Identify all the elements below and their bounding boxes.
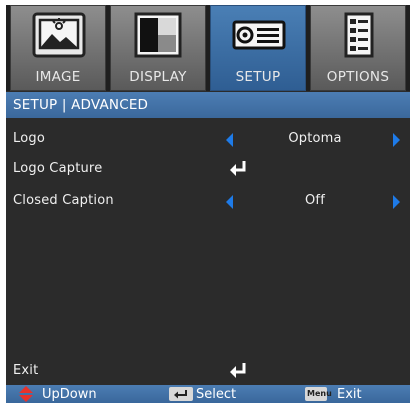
logo-value: Optoma — [288, 131, 342, 146]
exit-label: Exit — [337, 387, 362, 402]
updown-icon — [19, 386, 33, 402]
display-icon — [134, 12, 182, 58]
page-title: SETUP | ADVANCED — [6, 92, 410, 118]
footer-bar: UpDown Select Menu Exit — [6, 385, 410, 403]
updown-label: UpDown — [42, 387, 97, 402]
tab-bar: IMAGE DISPLAY SETUP OPTIONS — [6, 5, 410, 91]
menu-key-icon: Menu — [305, 387, 332, 401]
menu-item-label: Logo — [13, 131, 45, 146]
footer-select: Select — [166, 385, 256, 403]
menu-item-label: Closed Caption — [13, 193, 114, 208]
tab-label: SETUP — [235, 69, 281, 85]
tab-label: DISPLAY — [129, 69, 187, 85]
arrow-left-icon[interactable] — [226, 195, 233, 209]
enter-key-icon — [169, 387, 193, 401]
menu-list: Logo Optoma Logo Capture Closed Caption … — [6, 118, 410, 385]
footer-exit: Menu Exit — [302, 385, 402, 403]
menu-item-logo-capture[interactable]: Logo Capture — [6, 154, 410, 184]
tab-image[interactable]: IMAGE — [10, 5, 106, 91]
menu-item-label: Logo Capture — [13, 161, 103, 176]
select-label: Select — [196, 387, 237, 402]
options-icon — [344, 12, 374, 58]
osd-menu: IMAGE DISPLAY SETUP OPTIONS SETUP | ADVA… — [6, 5, 410, 403]
closed-caption-value: Off — [305, 193, 325, 208]
tab-setup[interactable]: SETUP — [210, 5, 306, 91]
tab-options[interactable]: OPTIONS — [310, 5, 406, 91]
tab-label: IMAGE — [35, 69, 81, 85]
menu-key-label: Menu — [307, 389, 332, 398]
menu-item-exit[interactable]: Exit — [6, 356, 410, 386]
arrow-right-icon[interactable] — [393, 195, 400, 209]
arrow-right-icon[interactable] — [393, 133, 400, 147]
footer-updown: UpDown — [6, 385, 126, 403]
enter-icon[interactable] — [228, 361, 250, 381]
menu-item-closed-caption[interactable]: Closed Caption Off — [6, 186, 410, 216]
enter-icon[interactable] — [228, 159, 250, 179]
projector-icon — [232, 20, 286, 50]
arrow-left-icon[interactable] — [226, 133, 233, 147]
menu-item-label: Exit — [13, 363, 39, 378]
tab-label: OPTIONS — [326, 69, 390, 85]
menu-item-logo[interactable]: Logo Optoma — [6, 124, 410, 154]
image-icon — [32, 12, 86, 58]
tab-display[interactable]: DISPLAY — [110, 5, 206, 91]
